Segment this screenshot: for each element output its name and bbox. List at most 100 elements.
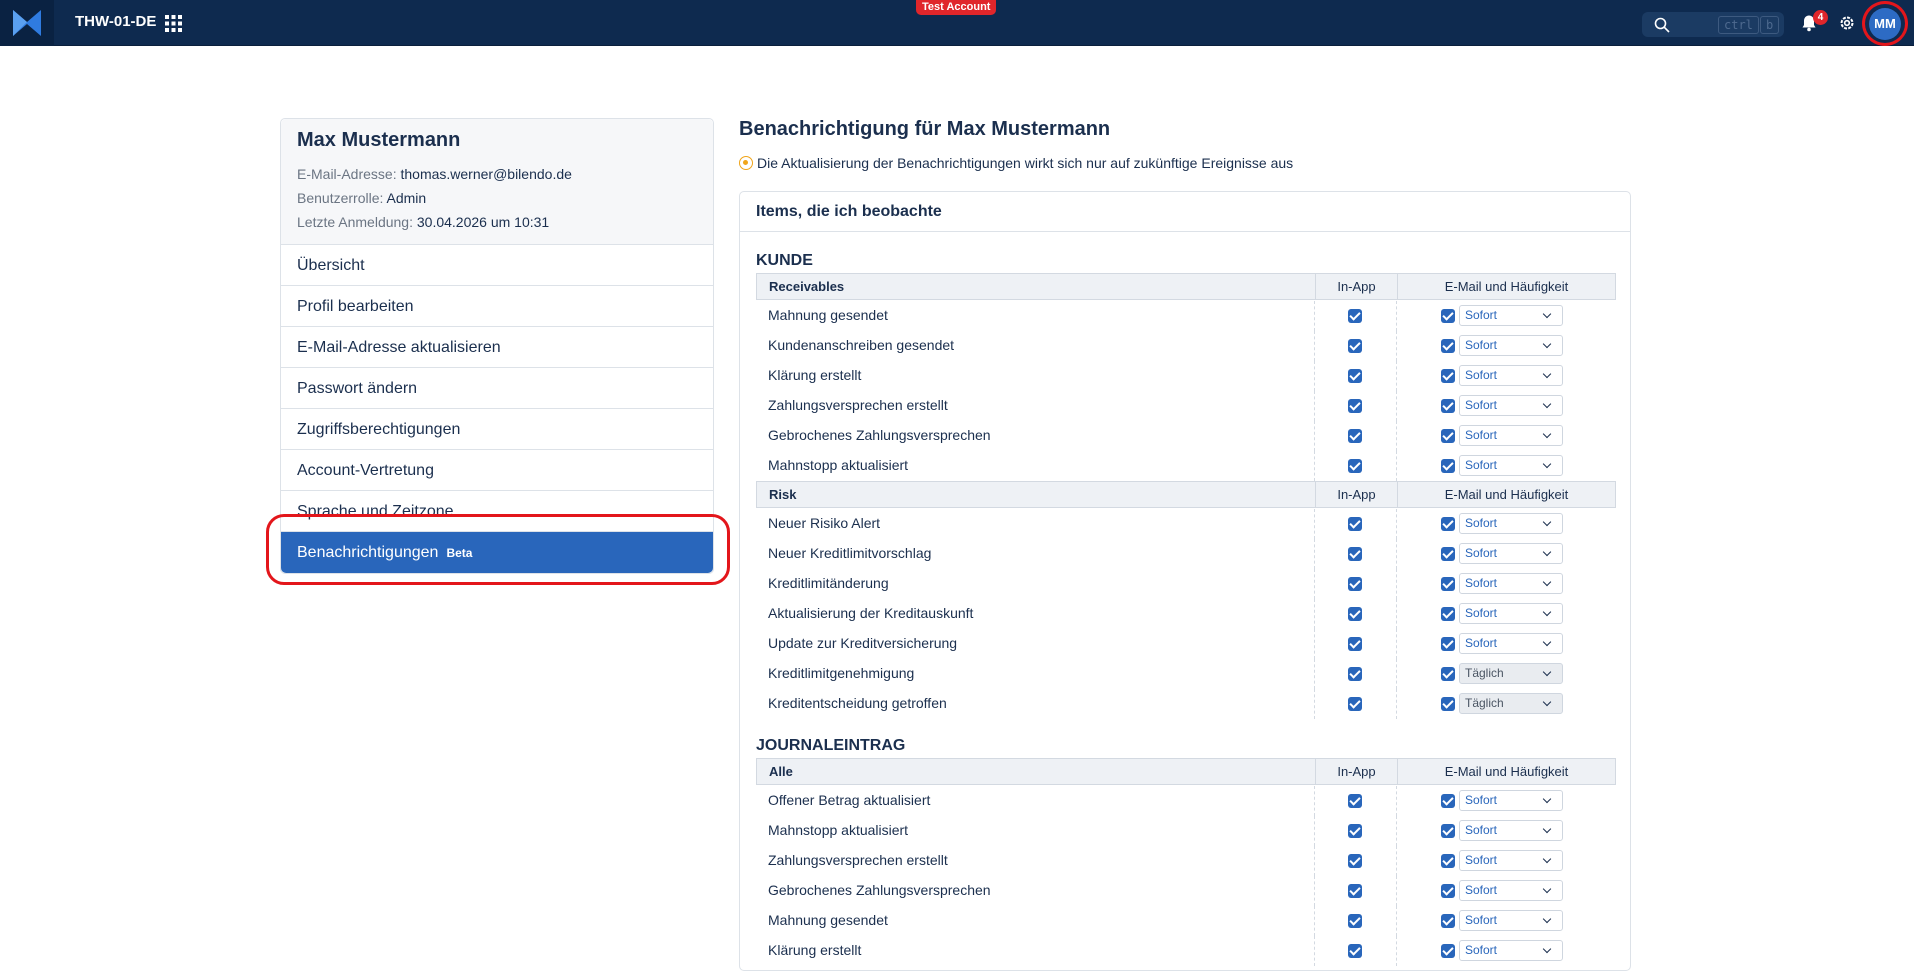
in-app-checkbox[interactable]: [1348, 309, 1362, 323]
frequency-select[interactable]: Sofort: [1459, 573, 1563, 594]
menu-item-account-delegation[interactable]: Account-Vertretung: [281, 450, 713, 491]
email-checkbox[interactable]: [1441, 399, 1455, 413]
frequency-select[interactable]: Sofort: [1459, 395, 1563, 416]
notification-count-badge: 4: [1813, 10, 1828, 25]
notification-row: Zahlungsversprechen erstellt Sofort: [756, 846, 1616, 876]
frequency-select[interactable]: Sofort: [1459, 633, 1563, 654]
email-checkbox[interactable]: [1441, 824, 1455, 838]
column-header-email: E-Mail und Häufigkeit: [1397, 759, 1615, 784]
notification-row: Kreditlimitänderung Sofort: [756, 569, 1616, 599]
frequency-select[interactable]: Sofort: [1459, 850, 1563, 871]
notification-row: Zahlungsversprechen erstellt Sofort: [756, 391, 1616, 421]
app-grid-icon[interactable]: [165, 15, 182, 32]
profile-sidebar: Max Mustermann E-Mail-Adresse: thomas.we…: [280, 118, 714, 574]
notification-label: Zahlungsversprechen erstellt: [768, 397, 948, 413]
notification-label: Mahnstopp aktualisiert: [768, 457, 909, 473]
menu-item-change-password[interactable]: Passwort ändern: [281, 368, 713, 409]
in-app-checkbox[interactable]: [1348, 429, 1362, 443]
in-app-checkbox[interactable]: [1348, 459, 1362, 473]
in-app-checkbox[interactable]: [1348, 547, 1362, 561]
email-checkbox[interactable]: [1441, 884, 1455, 898]
frequency-select[interactable]: Sofort: [1459, 513, 1563, 534]
notification-row: Mahnung gesendet Sofort: [756, 906, 1616, 936]
menu-item-overview[interactable]: Übersicht: [281, 245, 713, 286]
in-app-checkbox[interactable]: [1348, 339, 1362, 353]
email-checkbox[interactable]: [1441, 794, 1455, 808]
in-app-checkbox[interactable]: [1348, 607, 1362, 621]
email-checkbox[interactable]: [1441, 854, 1455, 868]
in-app-checkbox[interactable]: [1348, 667, 1362, 681]
frequency-select[interactable]: Sofort: [1459, 910, 1563, 931]
email-checkbox[interactable]: [1441, 914, 1455, 928]
email-checkbox[interactable]: [1441, 944, 1455, 958]
in-app-checkbox[interactable]: [1348, 577, 1362, 591]
info-icon: [739, 156, 753, 170]
login-label: Letzte Anmeldung:: [297, 214, 413, 230]
in-app-checkbox[interactable]: [1348, 824, 1362, 838]
profile-email-row: E-Mail-Adresse: thomas.werner@bilendo.de: [297, 162, 697, 186]
menu-item-edit-profile[interactable]: Profil bearbeiten: [281, 286, 713, 327]
login-value: 30.04.2026 um 10:31: [416, 214, 550, 230]
email-checkbox[interactable]: [1441, 577, 1455, 591]
app-logo[interactable]: [0, 0, 54, 46]
email-checkbox[interactable]: [1441, 339, 1455, 353]
frequency-select[interactable]: Sofort: [1459, 603, 1563, 624]
frequency-select[interactable]: Sofort: [1459, 880, 1563, 901]
menu-item-access-rights[interactable]: Zugriffsberechtigungen: [281, 409, 713, 450]
notification-row: Gebrochenes Zahlungsversprechen Sofort: [756, 421, 1616, 451]
email-checkbox[interactable]: [1441, 309, 1455, 323]
profile-login-row: Letzte Anmeldung: 30.04.2026 um 10:31: [297, 210, 697, 234]
in-app-checkbox[interactable]: [1348, 637, 1362, 651]
gear-icon[interactable]: [1838, 14, 1856, 32]
notification-label: Gebrochenes Zahlungsversprechen: [768, 427, 991, 443]
column-header-in-app: In-App: [1315, 759, 1397, 784]
frequency-select[interactable]: Sofort: [1459, 543, 1563, 564]
in-app-checkbox[interactable]: [1348, 944, 1362, 958]
notification-row: Mahnstopp aktualisiert Sofort: [756, 816, 1616, 846]
frequency-select[interactable]: Sofort: [1459, 365, 1563, 386]
search-icon: [1654, 17, 1670, 33]
group-header: Risk In-App E-Mail und Häufigkeit: [756, 481, 1616, 508]
role-value: Admin: [386, 190, 427, 206]
frequency-select[interactable]: Täglich: [1459, 663, 1563, 684]
email-checkbox[interactable]: [1441, 637, 1455, 651]
frequency-select[interactable]: Sofort: [1459, 790, 1563, 811]
in-app-checkbox[interactable]: [1348, 697, 1362, 711]
email-checkbox[interactable]: [1441, 517, 1455, 531]
email-checkbox[interactable]: [1441, 369, 1455, 383]
in-app-checkbox[interactable]: [1348, 369, 1362, 383]
email-checkbox[interactable]: [1441, 667, 1455, 681]
email-checkbox[interactable]: [1441, 547, 1455, 561]
menu-item-update-email[interactable]: E-Mail-Adresse aktualisieren: [281, 327, 713, 368]
frequency-select[interactable]: Sofort: [1459, 335, 1563, 356]
in-app-checkbox[interactable]: [1348, 884, 1362, 898]
frequency-select[interactable]: Sofort: [1459, 425, 1563, 446]
in-app-checkbox[interactable]: [1348, 854, 1362, 868]
profile-role-row: Benutzerrolle: Admin: [297, 186, 697, 210]
section-title: JOURNALEINTRAG: [756, 737, 906, 754]
frequency-select[interactable]: Sofort: [1459, 820, 1563, 841]
profile-summary: Max Mustermann E-Mail-Adresse: thomas.we…: [281, 119, 713, 245]
column-header-in-app: In-App: [1315, 482, 1397, 507]
email-checkbox[interactable]: [1441, 697, 1455, 711]
in-app-checkbox[interactable]: [1348, 794, 1362, 808]
notification-row: Mahnung gesendet Sofort: [756, 301, 1616, 331]
email-checkbox[interactable]: [1441, 607, 1455, 621]
frequency-select[interactable]: Sofort: [1459, 455, 1563, 476]
card-title: Items, die ich beobachte: [740, 192, 1630, 232]
notification-row: Mahnstopp aktualisiert Sofort: [756, 451, 1616, 481]
group-name: Receivables: [769, 279, 845, 294]
in-app-checkbox[interactable]: [1348, 399, 1362, 413]
email-checkbox[interactable]: [1441, 459, 1455, 473]
frequency-select[interactable]: Sofort: [1459, 305, 1563, 326]
group-name: Risk: [769, 487, 797, 502]
email-checkbox[interactable]: [1441, 429, 1455, 443]
frequency-select[interactable]: Täglich: [1459, 693, 1563, 714]
in-app-checkbox[interactable]: [1348, 517, 1362, 531]
notification-row: Neuer Kreditlimitvorschlag Sofort: [756, 539, 1616, 569]
page-title: Benachrichtigung für Max Mustermann: [739, 118, 1111, 140]
in-app-checkbox[interactable]: [1348, 914, 1362, 928]
group-header: Alle In-App E-Mail und Häufigkeit: [756, 758, 1616, 785]
search-button[interactable]: ctrl b: [1642, 12, 1784, 37]
notification-row: Offener Betrag aktualisiert Sofort: [756, 786, 1616, 816]
